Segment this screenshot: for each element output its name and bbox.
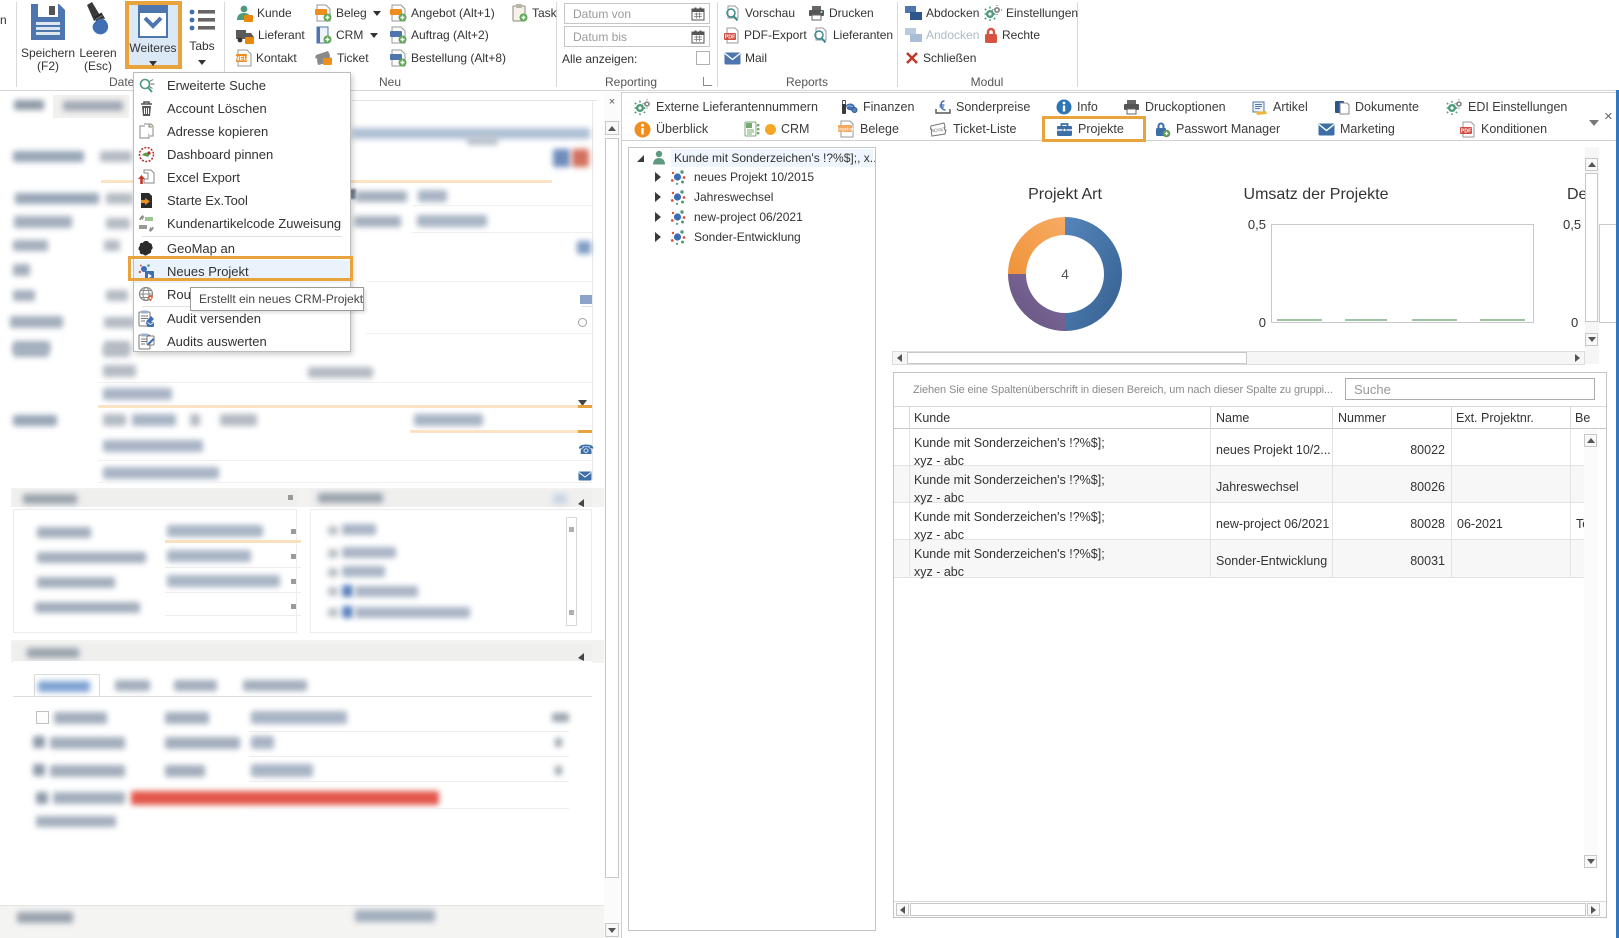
svg-text:4: 4 [1061, 266, 1069, 282]
svg-text:NEU: NEU [236, 57, 248, 63]
svg-text:PDF: PDF [725, 34, 736, 40]
svg-text:PDF: PDF [1461, 128, 1472, 134]
svg-text:Angebot: Angebot [838, 126, 854, 131]
